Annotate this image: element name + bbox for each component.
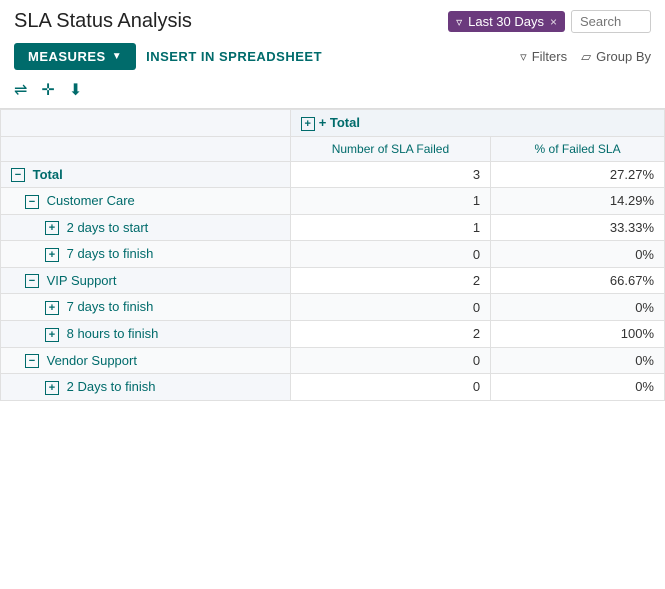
data-cell: 0 — [290, 294, 490, 321]
col-header-sla-failed: Number of SLA Failed — [290, 136, 490, 161]
data-cell: 1 — [290, 188, 490, 215]
adjust-button[interactable]: ⇌ — [14, 80, 27, 100]
filter-tag-label: Last 30 Days — [468, 14, 544, 29]
header: SLA Status Analysis ▿ Last 30 Days × — [0, 0, 665, 39]
data-cell: 2 — [290, 267, 490, 294]
row-label-empty — [1, 136, 291, 161]
total-expand-icon[interactable]: + — [301, 117, 315, 131]
table-row: − Customer Care114.29% — [1, 188, 665, 215]
data-cell: 3 — [290, 161, 490, 188]
row-label-cell: + 2 Days to finish — [1, 374, 291, 401]
search-input[interactable] — [571, 10, 651, 33]
measures-arrow-icon: ▼ — [112, 51, 122, 62]
adjust-icon: ⇌ — [14, 80, 27, 100]
row-expand-icon[interactable]: − — [25, 274, 39, 288]
measures-label: MEASURES — [28, 49, 106, 64]
total-header[interactable]: + + Total — [290, 110, 664, 137]
filter-icon: ▿ — [520, 49, 527, 65]
data-cell: 0 — [290, 347, 490, 374]
funnel-icon: ▿ — [456, 15, 462, 29]
table-row: + 2 days to start133.33% — [1, 214, 665, 241]
groupby-label: Group By — [596, 49, 651, 64]
filters-label: Filters — [532, 49, 567, 64]
filter-tag[interactable]: ▿ Last 30 Days × — [448, 11, 565, 32]
filter-tag-close[interactable]: × — [550, 15, 557, 29]
data-cell: 0 — [290, 374, 490, 401]
table-body: − Total327.27%− Customer Care114.29%+ 2 … — [1, 161, 665, 400]
row-expand-icon[interactable]: − — [11, 168, 25, 182]
table-row: + 8 hours to finish2100% — [1, 320, 665, 347]
toolbar-right: ▿ Filters ▱ Group By — [520, 49, 651, 65]
row-label-cell: − Total — [1, 161, 291, 188]
download-button[interactable]: ⬇ — [69, 80, 82, 100]
row-label-cell: − Vendor Support — [1, 347, 291, 374]
measures-button[interactable]: MEASURES ▼ — [14, 43, 136, 70]
data-cell: 1 — [290, 214, 490, 241]
table-row: − VIP Support266.67% — [1, 267, 665, 294]
table-row: − Total327.27% — [1, 161, 665, 188]
data-cell: 27.27% — [491, 161, 665, 188]
data-cell: 14.29% — [491, 188, 665, 215]
header-right: ▿ Last 30 Days × — [448, 10, 651, 33]
row-label-cell: + 7 days to finish — [1, 241, 291, 268]
col-labels-row: Number of SLA Failed % of Failed SLA — [1, 136, 665, 161]
data-cell: 0% — [491, 347, 665, 374]
icon-row: ⇌ ✛ ⬇ — [0, 74, 665, 109]
data-cell: 100% — [491, 320, 665, 347]
data-cell: 0 — [290, 241, 490, 268]
table-row: + 7 days to finish00% — [1, 294, 665, 321]
groupby-icon: ▱ — [581, 49, 591, 65]
data-cell: 33.33% — [491, 214, 665, 241]
row-expand-icon[interactable]: − — [25, 195, 39, 209]
row-expand-icon[interactable]: + — [45, 301, 59, 315]
row-expand-icon[interactable]: + — [45, 381, 59, 395]
data-cell: 0% — [491, 241, 665, 268]
table-container: + + Total Number of SLA Failed % of Faile… — [0, 109, 665, 401]
move-icon: ✛ — [41, 80, 54, 100]
row-label-cell: + 2 days to start — [1, 214, 291, 241]
page-title: SLA Status Analysis — [14, 10, 192, 33]
row-label-cell: + 8 hours to finish — [1, 320, 291, 347]
toolbar: MEASURES ▼ INSERT IN SPREADSHEET ▿ Filte… — [0, 39, 665, 74]
row-label-cell: − Customer Care — [1, 188, 291, 215]
move-button[interactable]: ✛ — [41, 80, 54, 100]
row-expand-icon[interactable]: + — [45, 328, 59, 342]
table-row: + 2 Days to finish00% — [1, 374, 665, 401]
row-label-cell: + 7 days to finish — [1, 294, 291, 321]
toolbar-left: MEASURES ▼ INSERT IN SPREADSHEET — [14, 43, 322, 70]
row-expand-icon[interactable]: + — [45, 221, 59, 235]
empty-corner — [1, 110, 291, 137]
insert-spreadsheet-button[interactable]: INSERT IN SPREADSHEET — [146, 49, 322, 64]
data-cell: 0% — [491, 294, 665, 321]
filters-button[interactable]: ▿ Filters — [520, 49, 567, 65]
col-header-pct-failed: % of Failed SLA — [491, 136, 665, 161]
total-label: + Total — [319, 115, 360, 130]
row-expand-icon[interactable]: + — [45, 248, 59, 262]
col-header-total-row: + + Total — [1, 110, 665, 137]
data-cell: 2 — [290, 320, 490, 347]
row-label-cell: − VIP Support — [1, 267, 291, 294]
row-expand-icon[interactable]: − — [25, 354, 39, 368]
table-row: + 7 days to finish00% — [1, 241, 665, 268]
table-row: − Vendor Support00% — [1, 347, 665, 374]
sla-table: + + Total Number of SLA Failed % of Faile… — [0, 109, 665, 401]
data-cell: 0% — [491, 374, 665, 401]
groupby-button[interactable]: ▱ Group By — [581, 49, 651, 65]
data-cell: 66.67% — [491, 267, 665, 294]
download-icon: ⬇ — [69, 80, 82, 100]
